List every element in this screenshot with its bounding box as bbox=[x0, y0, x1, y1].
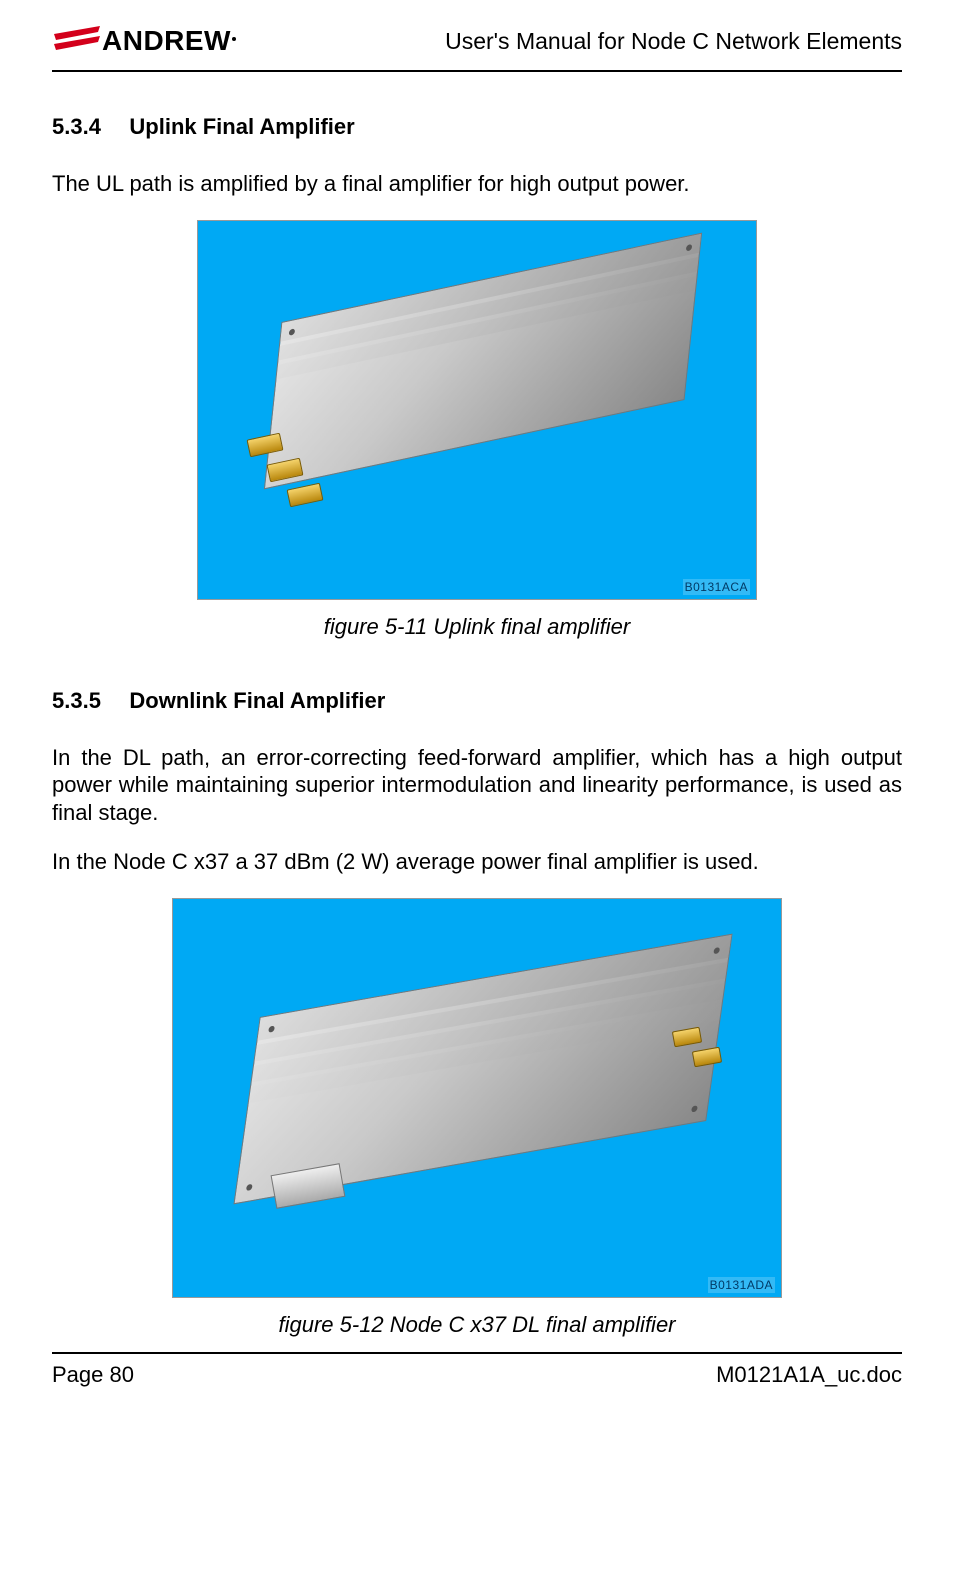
page-number: Page 80 bbox=[52, 1362, 134, 1388]
paragraph-text: The UL path is amplified by a final ampl… bbox=[52, 170, 902, 198]
section-title: Downlink Final Amplifier bbox=[129, 688, 385, 713]
page-header: ANDREW User's Manual for Node C Network … bbox=[52, 24, 902, 66]
logo-text: ANDREW bbox=[102, 25, 231, 57]
section-heading-uplink: 5.3.4 Uplink Final Amplifier bbox=[52, 114, 902, 140]
figure-image-box: B0131ADA bbox=[172, 898, 782, 1298]
section-title: Uplink Final Amplifier bbox=[129, 114, 354, 139]
figure-tag: B0131ADA bbox=[708, 1277, 775, 1293]
section-number: 5.3.4 bbox=[52, 114, 101, 140]
figure-image-box: B0131ACA bbox=[197, 220, 757, 600]
document-reference: M0121A1A_uc.doc bbox=[716, 1362, 902, 1388]
page-footer: Page 80 M0121A1A_uc.doc bbox=[52, 1352, 902, 1388]
section-number: 5.3.5 bbox=[52, 688, 101, 714]
logo-swoosh-icon bbox=[52, 24, 102, 58]
paragraph-text: In the Node C x37 a 37 dBm (2 W) average… bbox=[52, 848, 902, 876]
brand-logo: ANDREW bbox=[52, 24, 236, 58]
header-rule bbox=[52, 70, 902, 72]
figure-downlink-amplifier: B0131ADA figure 5-12 Node C x37 DL final… bbox=[52, 898, 902, 1338]
figure-caption: figure 5-11 Uplink final amplifier bbox=[324, 614, 631, 640]
document-title: User's Manual for Node C Network Element… bbox=[445, 28, 902, 55]
paragraph-text: In the DL path, an error-correcting feed… bbox=[52, 744, 902, 827]
section-heading-downlink: 5.3.5 Downlink Final Amplifier bbox=[52, 688, 902, 714]
figure-uplink-amplifier: B0131ACA figure 5-11 Uplink final amplif… bbox=[52, 220, 902, 640]
figure-tag: B0131ACA bbox=[683, 579, 750, 595]
figure-caption: figure 5-12 Node C x37 DL final amplifie… bbox=[278, 1312, 675, 1338]
page-container: ANDREW User's Manual for Node C Network … bbox=[0, 0, 954, 1406]
logo-dot-icon bbox=[232, 37, 236, 41]
